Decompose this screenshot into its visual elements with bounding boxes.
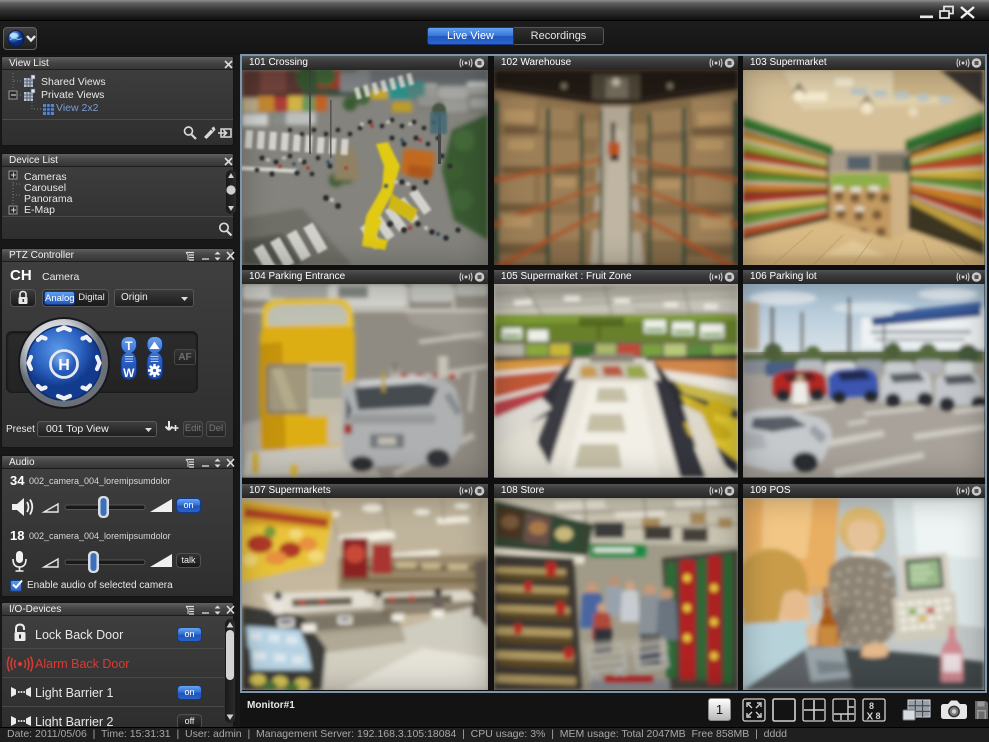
svg-text:H: H [58, 357, 70, 374]
svg-text:8: 8 [869, 701, 874, 711]
svg-text:W: W [123, 366, 135, 380]
svg-text:X: X [867, 712, 874, 723]
svg-text:8: 8 [876, 711, 881, 721]
svg-text:T: T [125, 339, 133, 353]
